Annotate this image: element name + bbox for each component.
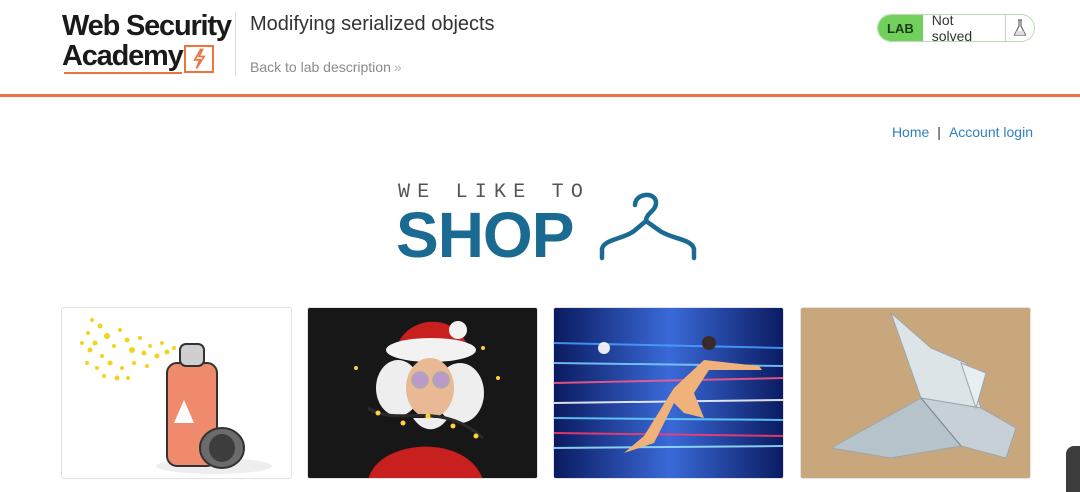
logo-underline: [64, 72, 182, 74]
lab-status-widget: LAB Not solved: [877, 14, 1035, 42]
lightning-icon: [184, 45, 214, 73]
scrollbar-thumb[interactable]: [1066, 446, 1080, 492]
web-security-academy-logo[interactable]: Web Security Academy: [62, 12, 237, 76]
back-to-lab-description-link[interactable]: Back to lab description»: [250, 59, 402, 75]
status-text: Not solved: [931, 14, 973, 42]
product-image-santa-lights[interactable]: [307, 307, 538, 479]
logo-line2: Academy: [62, 40, 184, 72]
flask-icon: [1004, 15, 1034, 41]
nav-account-login-link[interactable]: Account login: [949, 124, 1033, 140]
lab-header: Web Security Academy Modifying serialize…: [0, 0, 1080, 97]
shop-banner: WE LIKE TO SHOP: [396, 180, 706, 270]
back-link-label: Back to lab description: [250, 59, 391, 75]
product-image-flying-hero[interactable]: [553, 307, 784, 479]
chevron-double-right-icon: »: [393, 59, 402, 75]
banner-shop-text: SHOP: [396, 199, 574, 271]
lab-title: Modifying serialized objects: [250, 13, 495, 35]
header-divider: [235, 12, 236, 76]
product-image-spray-can[interactable]: [61, 307, 292, 479]
nav-home-link[interactable]: Home: [892, 124, 929, 140]
lab-badge: LAB: [878, 15, 923, 41]
nav-separator: |: [937, 124, 941, 140]
logo-line1: Web Security: [62, 10, 232, 42]
top-nav: Home | Account login: [892, 124, 1033, 140]
hanger-icon: [599, 192, 697, 261]
product-image-origami-bird[interactable]: [800, 307, 1031, 479]
